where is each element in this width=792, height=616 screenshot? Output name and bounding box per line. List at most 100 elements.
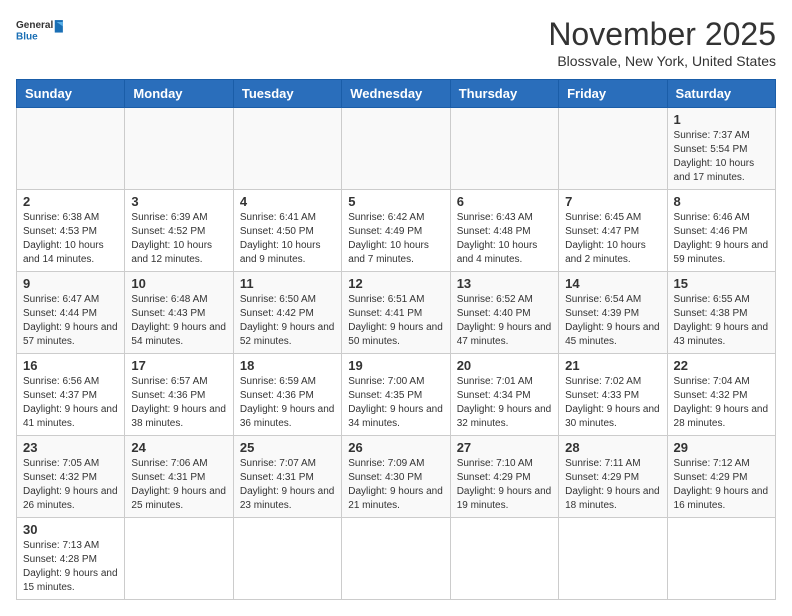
svg-text:General: General — [16, 20, 53, 31]
calendar-cell: 29 Sunrise: 7:12 AM Sunset: 4:29 PM Dayli… — [667, 436, 775, 518]
day-number: 8 — [674, 194, 769, 209]
calendar-cell: 2 Sunrise: 6:38 AM Sunset: 4:53 PM Daylig… — [17, 190, 125, 272]
day-info: Sunrise: 7:12 AM Sunset: 4:29 PM Dayligh… — [674, 457, 769, 513]
day-info: Sunrise: 7:13 AM Sunset: 4:28 PM Dayligh… — [23, 539, 118, 595]
header: General Blue November 2025 Blossvale, Ne… — [16, 16, 776, 69]
calendar-cell: 28 Sunrise: 7:11 AM Sunset: 4:29 PM Dayli… — [559, 436, 667, 518]
calendar-cell — [342, 108, 450, 190]
day-number: 25 — [240, 440, 335, 455]
day-info: Sunrise: 7:09 AM Sunset: 4:30 PM Dayligh… — [348, 457, 443, 513]
calendar-cell: 25 Sunrise: 7:07 AM Sunset: 4:31 PM Dayli… — [233, 436, 341, 518]
day-info: Sunrise: 6:41 AM Sunset: 4:50 PM Dayligh… — [240, 211, 335, 267]
day-info: Sunrise: 6:51 AM Sunset: 4:41 PM Dayligh… — [348, 293, 443, 349]
day-info: Sunrise: 7:01 AM Sunset: 4:34 PM Dayligh… — [457, 375, 552, 431]
calendar-week-2: 2 Sunrise: 6:38 AM Sunset: 4:53 PM Daylig… — [17, 190, 776, 272]
calendar-cell — [667, 518, 775, 600]
day-number: 10 — [131, 276, 226, 291]
calendar-cell: 19 Sunrise: 7:00 AM Sunset: 4:35 PM Dayli… — [342, 354, 450, 436]
day-info: Sunrise: 6:45 AM Sunset: 4:47 PM Dayligh… — [565, 211, 660, 267]
calendar-cell: 8 Sunrise: 6:46 AM Sunset: 4:46 PM Daylig… — [667, 190, 775, 272]
day-info: Sunrise: 7:00 AM Sunset: 4:35 PM Dayligh… — [348, 375, 443, 431]
day-number: 11 — [240, 276, 335, 291]
calendar-cell: 1 Sunrise: 7:37 AM Sunset: 5:54 PM Daylig… — [667, 108, 775, 190]
day-info: Sunrise: 6:56 AM Sunset: 4:37 PM Dayligh… — [23, 375, 118, 431]
day-number: 4 — [240, 194, 335, 209]
calendar-cell: 23Sunrise: 7:05 AM Sunset: 4:32 PM Dayli… — [17, 436, 125, 518]
day-info: Sunrise: 7:02 AM Sunset: 4:33 PM Dayligh… — [565, 375, 660, 431]
calendar-cell — [125, 518, 233, 600]
day-info: Sunrise: 6:59 AM Sunset: 4:36 PM Dayligh… — [240, 375, 335, 431]
svg-text:Blue: Blue — [16, 31, 38, 42]
logo: General Blue — [16, 16, 66, 46]
calendar-cell: 10 Sunrise: 6:48 AM Sunset: 4:43 PM Dayli… — [125, 272, 233, 354]
day-number: 19 — [348, 358, 443, 373]
day-number: 15 — [674, 276, 769, 291]
day-number: 26 — [348, 440, 443, 455]
calendar-cell: 13Sunrise: 6:52 AM Sunset: 4:40 PM Dayli… — [450, 272, 558, 354]
day-info: Sunrise: 6:38 AM Sunset: 4:53 PM Dayligh… — [23, 211, 118, 267]
calendar-cell: 11 Sunrise: 6:50 AM Sunset: 4:42 PM Dayli… — [233, 272, 341, 354]
calendar-cell: 27 Sunrise: 7:10 AM Sunset: 4:29 PM Dayli… — [450, 436, 558, 518]
calendar-cell: 12Sunrise: 6:51 AM Sunset: 4:41 PM Dayli… — [342, 272, 450, 354]
day-info: Sunrise: 7:10 AM Sunset: 4:29 PM Dayligh… — [457, 457, 552, 513]
day-number: 14 — [565, 276, 660, 291]
location-subtitle: Blossvale, New York, United States — [548, 53, 776, 69]
calendar-cell: 4 Sunrise: 6:41 AM Sunset: 4:50 PM Daylig… — [233, 190, 341, 272]
day-info: Sunrise: 6:55 AM Sunset: 4:38 PM Dayligh… — [674, 293, 769, 349]
day-number: 30 — [23, 522, 118, 537]
calendar-week-6: 30 Sunrise: 7:13 AM Sunset: 4:28 PM Dayli… — [17, 518, 776, 600]
calendar-week-1: 1 Sunrise: 7:37 AM Sunset: 5:54 PM Daylig… — [17, 108, 776, 190]
day-number: 28 — [565, 440, 660, 455]
day-number: 18 — [240, 358, 335, 373]
calendar-cell: 7 Sunrise: 6:45 AM Sunset: 4:47 PM Daylig… — [559, 190, 667, 272]
day-info: Sunrise: 7:06 AM Sunset: 4:31 PM Dayligh… — [131, 457, 226, 513]
day-info: Sunrise: 7:07 AM Sunset: 4:31 PM Dayligh… — [240, 457, 335, 513]
day-info: Sunrise: 7:05 AM Sunset: 4:32 PM Dayligh… — [23, 457, 118, 513]
day-info: Sunrise: 6:42 AM Sunset: 4:49 PM Dayligh… — [348, 211, 443, 267]
day-info: Sunrise: 7:37 AM Sunset: 5:54 PM Dayligh… — [674, 129, 769, 185]
calendar-cell — [559, 108, 667, 190]
day-info: Sunrise: 7:04 AM Sunset: 4:32 PM Dayligh… — [674, 375, 769, 431]
calendar-cell: 17Sunrise: 6:57 AM Sunset: 4:36 PM Dayli… — [125, 354, 233, 436]
day-info: Sunrise: 6:47 AM Sunset: 4:44 PM Dayligh… — [23, 293, 118, 349]
calendar-cell: 20Sunrise: 7:01 AM Sunset: 4:34 PM Dayli… — [450, 354, 558, 436]
day-number: 7 — [565, 194, 660, 209]
day-info: Sunrise: 6:46 AM Sunset: 4:46 PM Dayligh… — [674, 211, 769, 267]
day-number: 1 — [674, 112, 769, 127]
day-number: 29 — [674, 440, 769, 455]
calendar-cell — [559, 518, 667, 600]
calendar-cell: 15 Sunrise: 6:55 AM Sunset: 4:38 PM Dayli… — [667, 272, 775, 354]
month-title: November 2025 — [548, 16, 776, 53]
day-number: 27 — [457, 440, 552, 455]
day-header-monday: Monday — [125, 80, 233, 108]
day-number: 13 — [457, 276, 552, 291]
calendar-cell: 6 Sunrise: 6:43 AM Sunset: 4:48 PM Daylig… — [450, 190, 558, 272]
calendar-cell — [233, 518, 341, 600]
day-number: 22 — [674, 358, 769, 373]
calendar-cell: 16Sunrise: 6:56 AM Sunset: 4:37 PM Dayli… — [17, 354, 125, 436]
day-info: Sunrise: 6:48 AM Sunset: 4:43 PM Dayligh… — [131, 293, 226, 349]
day-number: 24 — [131, 440, 226, 455]
day-info: Sunrise: 6:54 AM Sunset: 4:39 PM Dayligh… — [565, 293, 660, 349]
day-info: Sunrise: 6:43 AM Sunset: 4:48 PM Dayligh… — [457, 211, 552, 267]
day-info: Sunrise: 7:11 AM Sunset: 4:29 PM Dayligh… — [565, 457, 660, 513]
calendar-cell: 14 Sunrise: 6:54 AM Sunset: 4:39 PM Dayli… — [559, 272, 667, 354]
calendar-cell: 9Sunrise: 6:47 AM Sunset: 4:44 PM Daylig… — [17, 272, 125, 354]
day-number: 6 — [457, 194, 552, 209]
day-number: 5 — [348, 194, 443, 209]
day-header-friday: Friday — [559, 80, 667, 108]
day-header-wednesday: Wednesday — [342, 80, 450, 108]
day-number: 21 — [565, 358, 660, 373]
day-info: Sunrise: 6:50 AM Sunset: 4:42 PM Dayligh… — [240, 293, 335, 349]
day-number: 2 — [23, 194, 118, 209]
calendar-cell — [17, 108, 125, 190]
day-header-sunday: Sunday — [17, 80, 125, 108]
calendar-cell: 3Sunrise: 6:39 AM Sunset: 4:52 PM Daylig… — [125, 190, 233, 272]
day-header-tuesday: Tuesday — [233, 80, 341, 108]
day-header-thursday: Thursday — [450, 80, 558, 108]
calendar-cell — [342, 518, 450, 600]
calendar-week-4: 16Sunrise: 6:56 AM Sunset: 4:37 PM Dayli… — [17, 354, 776, 436]
day-info: Sunrise: 6:57 AM Sunset: 4:36 PM Dayligh… — [131, 375, 226, 431]
calendar-week-5: 23Sunrise: 7:05 AM Sunset: 4:32 PM Dayli… — [17, 436, 776, 518]
generalblue-logo: General Blue — [16, 16, 66, 46]
